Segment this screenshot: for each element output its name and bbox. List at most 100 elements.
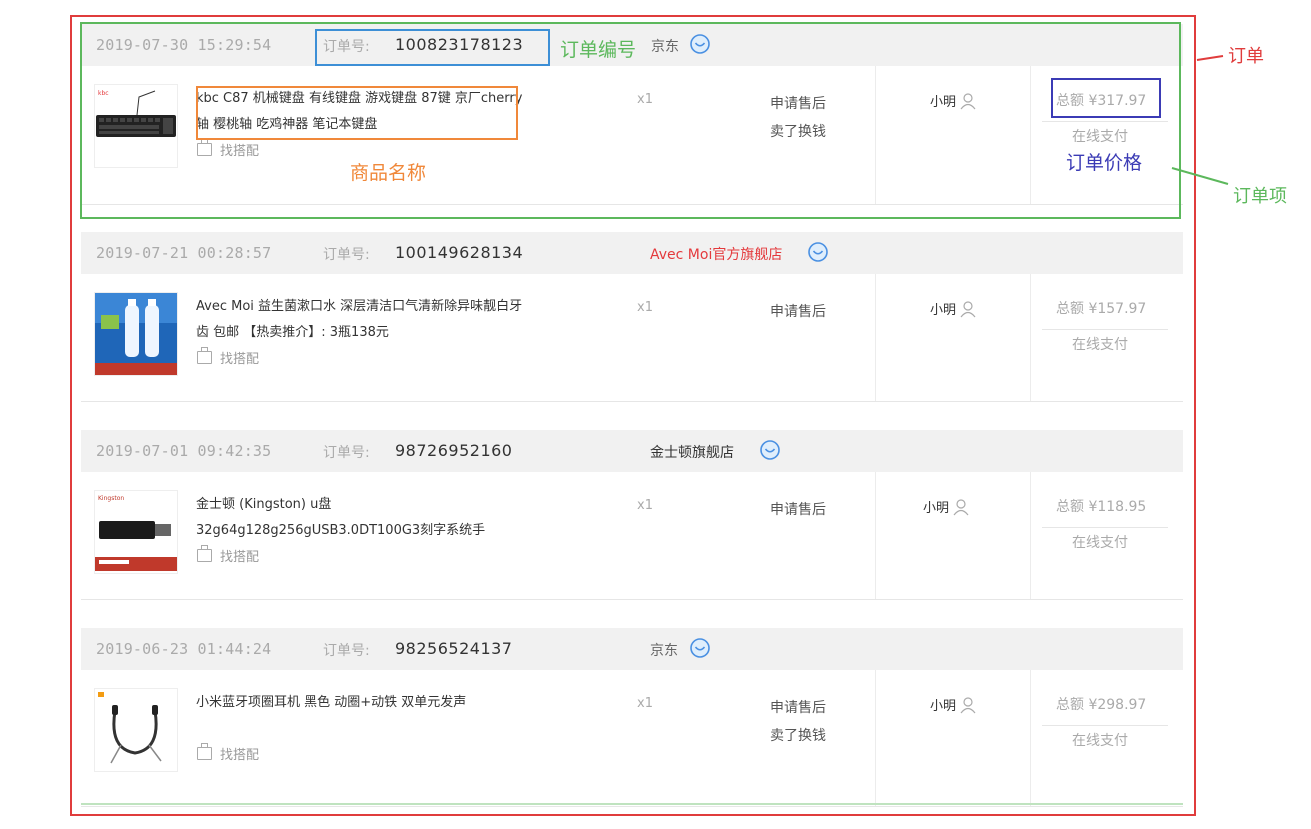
find-match-label: 找搭配 [220,144,260,159]
apply-after-sale-link[interactable]: 申请售后 [770,298,826,326]
product-name[interactable]: 金士顿 (Kingston) u盘 32g64g128g256gUSB3.0DT… [196,492,526,544]
shop-link[interactable]: 京东 [650,640,678,660]
column-divider [875,670,876,806]
resell-link[interactable]: 卖了换钱 [770,118,826,146]
bag-icon [197,743,212,760]
shop-link[interactable]: 京东 [651,36,679,56]
payment-method: 在线支付 [1072,337,1128,353]
order-total: 总额 ¥157.97 [1056,301,1147,317]
order-header: 2019-07-21 00:28:57 订单号: 100149628134 Av… [81,232,1183,274]
order-date: 2019-07-01 09:42:35 [96,442,272,460]
shop-link[interactable]: 金士顿旗舰店 [650,442,734,462]
quantity: x1 [637,498,653,513]
order-number: 98726952160 [395,441,513,460]
order-item-annotation-label: 订单项 [1233,186,1287,207]
apply-after-sale-link[interactable]: 申请售后 [770,90,826,118]
find-match-label: 找搭配 [220,352,260,367]
chat-icon[interactable] [807,241,829,263]
quantity: x1 [637,300,653,315]
order-number-annotation-label: 订单编号 [560,39,637,61]
price-divider [1042,725,1168,726]
order-price-annotation-label: 订单价格 [1066,152,1143,174]
svg-text:Kingston: Kingston [98,495,124,502]
order-number-label: 订单号: [323,247,370,263]
payment-method: 在线支付 [1072,129,1128,145]
chat-icon[interactable] [759,439,781,461]
user-icon [953,499,969,516]
apply-after-sale-link[interactable]: 申请售后 [770,694,826,722]
bag-icon [197,545,212,562]
find-match-button[interactable]: 找搭配 [197,139,260,159]
order-date: 2019-07-30 15:29:54 [96,36,272,54]
order-number: 98256524137 [395,639,513,658]
user-icon [960,697,976,714]
product-name[interactable]: kbc C87 机械键盘 有线键盘 游戏键盘 87键 京厂cherry轴 樱桃轴… [196,86,526,138]
chat-icon[interactable] [689,33,711,55]
payment-method: 在线支付 [1072,733,1128,749]
order-number-label: 订单号: [323,445,370,461]
product-image-earphones[interactable] [94,688,178,772]
svg-text:kbc: kbc [98,90,109,97]
recipient: 小明 [930,695,976,714]
column-divider [1030,274,1031,401]
recipient-name: 小明 [930,95,957,110]
product-image-keyboard[interactable]: kbc [94,84,178,168]
order-item: Kingston 金士顿 (Kingston) u盘 32g64g128g256… [81,472,1183,600]
after-sale-actions: 申请售后 卖了换钱 [770,694,826,750]
price-divider [1042,121,1168,122]
find-match-button[interactable]: 找搭配 [197,545,260,565]
product-image-mouthwash[interactable] [94,292,178,376]
recipient-name: 小明 [923,501,950,516]
shop-link[interactable]: Avec Moi官方旗舰店 [650,244,782,264]
column-divider [1030,66,1031,204]
price-divider [1042,527,1168,528]
order-item: Avec Moi 益生菌漱口水 深层清洁口气清新除异味靓白牙齿 包邮 【热卖推介… [81,274,1183,402]
column-divider [875,274,876,401]
list-bottom-divider [81,803,1183,805]
product-name-annotation-label: 商品名称 [350,162,427,184]
recipient-name: 小明 [930,699,957,714]
recipient: 小明 [930,91,976,110]
product-name[interactable]: 小米蓝牙项圈耳机 黑色 动圈+动铁 双单元发声 [196,690,526,716]
order-header: 2019-06-23 01:44:24 订单号: 98256524137 京东 [81,628,1183,670]
price-divider [1042,329,1168,330]
product-image-usb-drive[interactable]: Kingston [94,490,178,574]
quantity: x1 [637,696,653,711]
order-item: 小米蓝牙项圈耳机 黑色 动圈+动铁 双单元发声 找搭配 x1 申请售后 卖了换钱… [81,670,1183,807]
bag-icon [197,139,212,156]
product-name[interactable]: Avec Moi 益生菌漱口水 深层清洁口气清新除异味靓白牙齿 包邮 【热卖推介… [196,294,526,346]
after-sale-actions: 申请售后 卖了换钱 [770,90,826,146]
bag-icon [197,347,212,364]
find-match-button[interactable]: 找搭配 [197,743,260,763]
column-divider [1030,670,1031,806]
user-icon [960,301,976,318]
order-total: 总额 ¥118.95 [1056,499,1147,515]
find-match-label: 找搭配 [220,550,260,565]
order-number-label: 订单号: [323,39,370,55]
apply-after-sale-link[interactable]: 申请售后 [770,496,826,524]
order-number-label: 订单号: [323,643,370,659]
order-number: 100823178123 [395,35,524,54]
recipient: 小明 [923,497,969,516]
column-divider [1030,472,1031,599]
order-total: 总额 ¥317.97 [1056,93,1147,109]
find-match-label: 找搭配 [220,748,260,763]
chat-icon[interactable] [689,637,711,659]
order-header: 2019-07-01 09:42:35 订单号: 98726952160 金士顿… [81,430,1183,472]
user-icon [960,93,976,110]
resell-link[interactable]: 卖了换钱 [770,722,826,750]
column-divider [875,66,876,204]
recipient: 小明 [930,299,976,318]
after-sale-actions: 申请售后 [770,496,826,524]
quantity: x1 [637,92,653,107]
order-total: 总额 ¥298.97 [1056,697,1147,713]
order-annotation-label: 订单 [1228,46,1264,67]
payment-method: 在线支付 [1072,535,1128,551]
recipient-name: 小明 [930,303,957,318]
after-sale-actions: 申请售后 [770,298,826,326]
order-date: 2019-07-21 00:28:57 [96,244,272,262]
find-match-button[interactable]: 找搭配 [197,347,260,367]
order-number: 100149628134 [395,243,524,262]
order-item: kbc kbc C87 机械键盘 有线键盘 游戏键盘 87键 京厂cherry轴… [81,66,1183,205]
order-date: 2019-06-23 01:44:24 [96,640,272,658]
